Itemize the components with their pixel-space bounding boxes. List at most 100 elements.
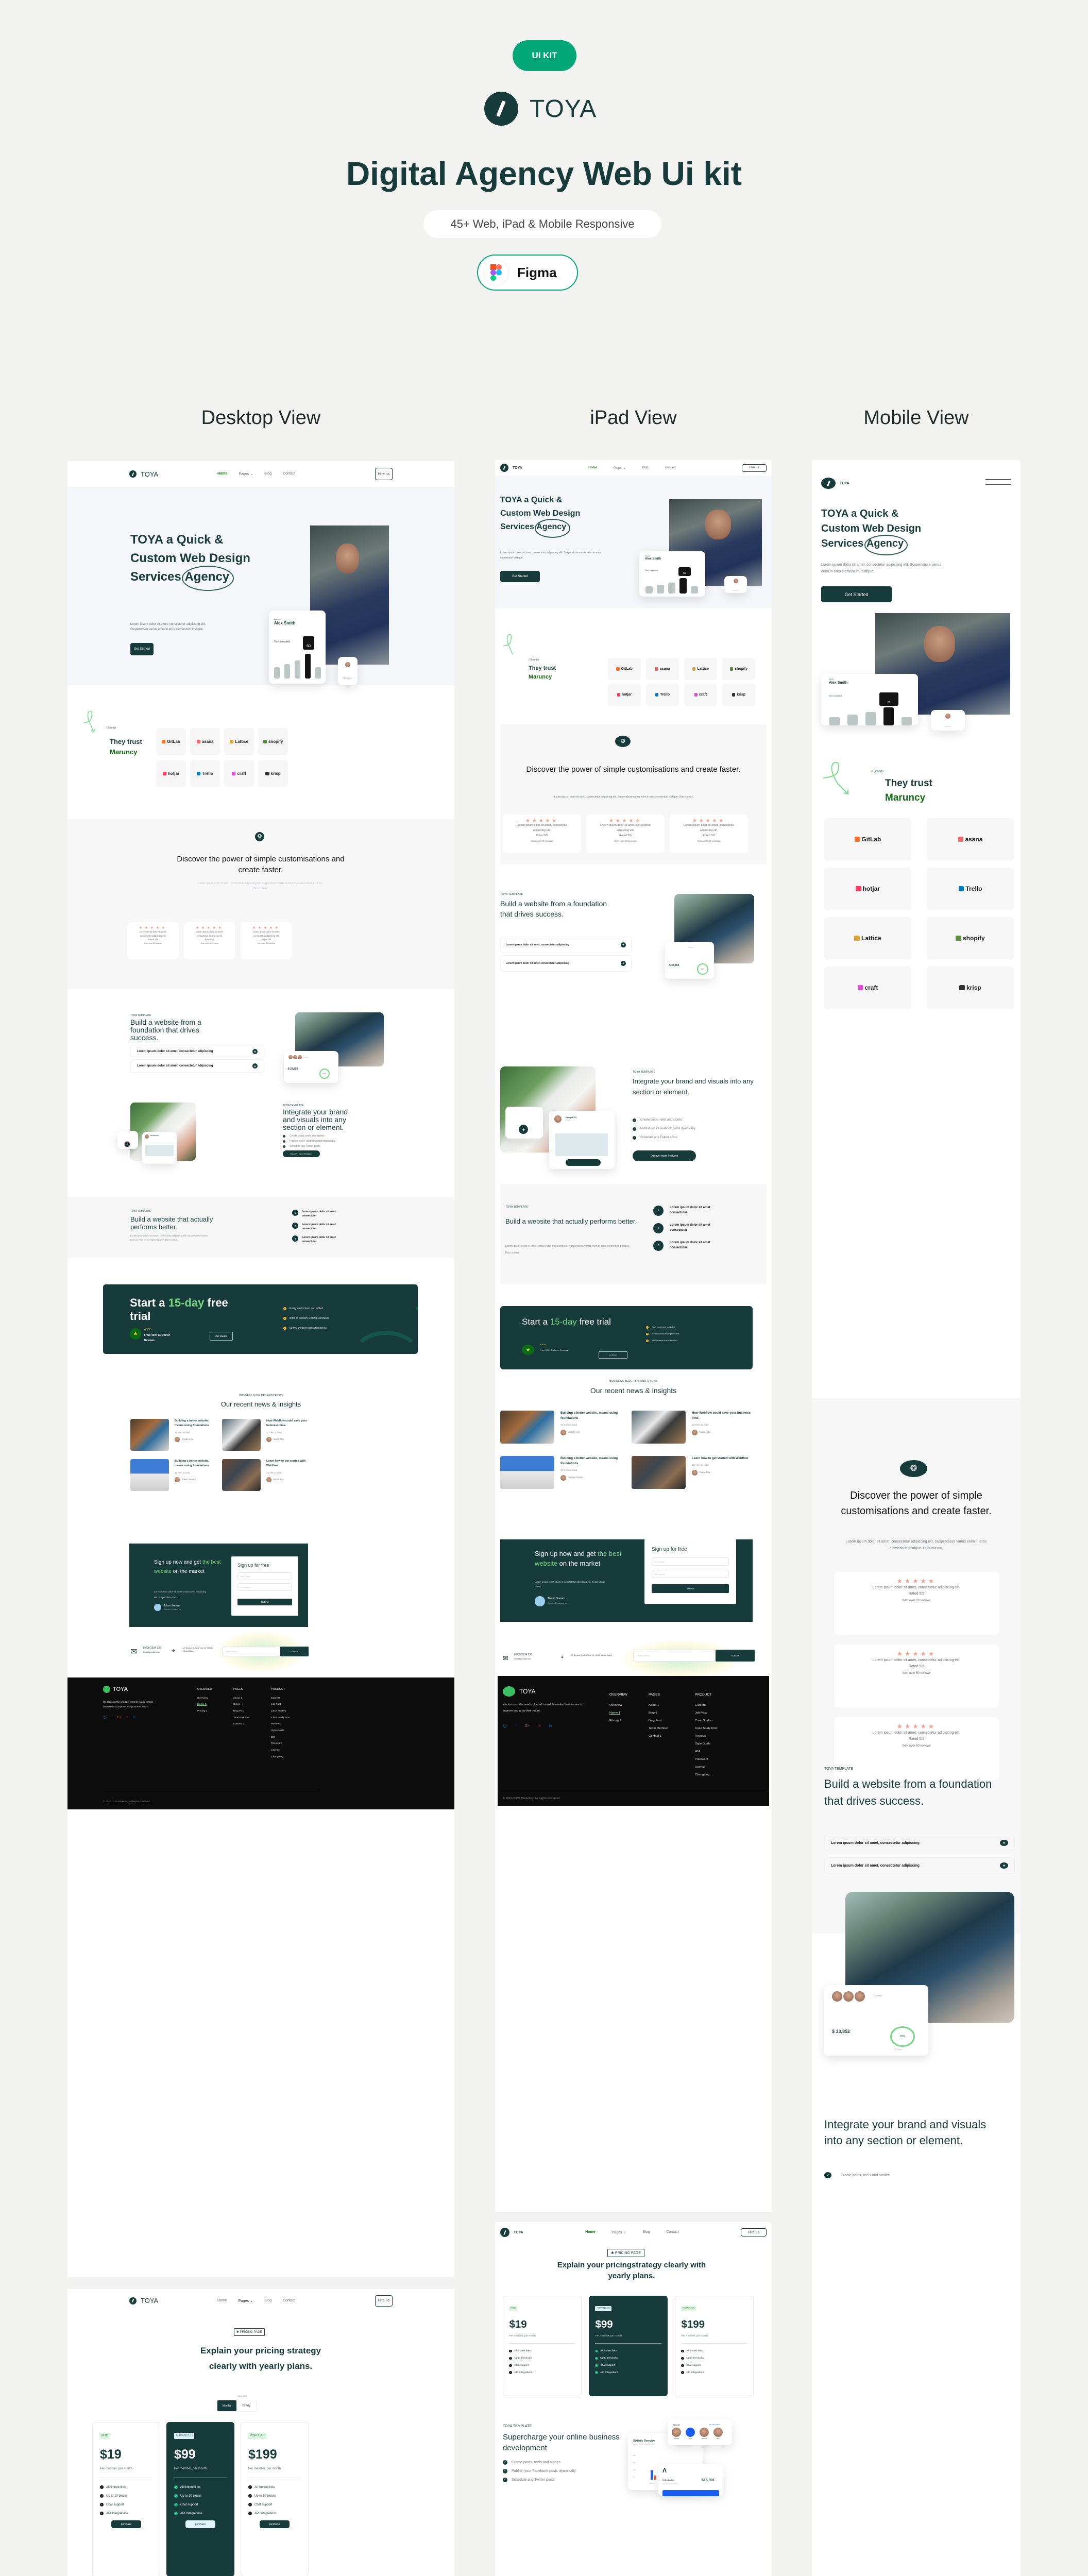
footer-link[interactable]: Blog Post: [649, 1717, 695, 1725]
footer-link[interactable]: Reviews: [271, 1721, 312, 1728]
pinterest-icon[interactable]: ℗: [538, 1724, 540, 1728]
blog-post[interactable]: Building a better website, means using f…: [500, 1456, 621, 1489]
plus-icon[interactable]: +: [621, 942, 626, 947]
submit-button[interactable]: Submit: [652, 1584, 729, 1593]
blog-thumbnail[interactable]: [500, 1456, 554, 1489]
footer-link[interactable]: Job Post: [271, 1702, 312, 1708]
footer-link[interactable]: Overview: [197, 1696, 233, 1702]
get-started-button[interactable]: Get Started: [500, 571, 540, 582]
nav-pages[interactable]: Pages ⌄: [239, 472, 253, 476]
footer-link[interactable]: Style Guide: [271, 1728, 312, 1735]
accordion-item[interactable]: Lorem ipsum dolor sit amet, consectetur …: [824, 1835, 1015, 1851]
blog-post-title[interactable]: Learn how to get started with Webflow: [266, 1459, 309, 1469]
see-all-contacts-link[interactable]: See all contacts: [709, 2424, 720, 2426]
footer-link[interactable]: Careers: [271, 1696, 312, 1702]
newsletter-submit-button[interactable]: SUBMIT: [716, 1650, 755, 1662]
toggle-monthly[interactable]: Monthly: [217, 2400, 236, 2411]
blog-post-title[interactable]: Learn how to get started with Webflow: [692, 1456, 749, 1461]
contact-item[interactable]: Dianna: [672, 2428, 681, 2439]
hire-us-button[interactable]: Hire us: [742, 464, 767, 472]
footer-link[interactable]: Case Study Post: [271, 1715, 312, 1722]
name-input[interactable]: Your Name: [237, 1583, 292, 1591]
footer-link[interactable]: Team Member: [649, 1725, 695, 1733]
footer-link[interactable]: Home 1: [197, 1702, 233, 1708]
newsletter-submit-button[interactable]: SUBMIT: [280, 1647, 309, 1656]
footer-link[interactable]: Reviews: [695, 1733, 746, 1740]
accordion-item[interactable]: Lorem ipsum dolor sit amet, consectetur …: [500, 955, 632, 972]
contact-item[interactable]: Ben: [713, 2428, 723, 2439]
blog-post-title[interactable]: How Webflow could save your business tim…: [266, 1419, 309, 1429]
contact-item[interactable]: Theresa: [700, 2428, 709, 2439]
nav-pages[interactable]: Pages ⌄: [612, 2230, 626, 2234]
nav-home[interactable]: Home: [217, 472, 227, 476]
plus-icon[interactable]: +: [519, 1125, 528, 1134]
footer-link[interactable]: Contact 1: [233, 1721, 271, 1728]
newsletter-email-input[interactable]: Email Address: [222, 1647, 280, 1656]
purchase-button[interactable]: purchase: [111, 2520, 141, 2528]
blog-post-title[interactable]: Building a better website, means using f…: [560, 1411, 621, 1421]
footer-link[interactable]: Blog Post: [233, 1708, 271, 1715]
footer-link[interactable]: Licence: [695, 1764, 746, 1771]
footer-link[interactable]: Case Studies: [695, 1717, 746, 1725]
footer-link[interactable]: Overview: [609, 1702, 649, 1709]
hire-us-button[interactable]: Hire us: [740, 2228, 767, 2236]
footer-link[interactable]: Careers: [695, 1702, 746, 1709]
linkedin-icon[interactable]: in: [133, 1716, 135, 1720]
blog-thumbnail[interactable]: [130, 1459, 169, 1491]
nav-contact[interactable]: Contact: [283, 2299, 295, 2303]
footer-logo[interactable]: TOYA: [503, 1686, 536, 1697]
discover-features-button[interactable]: Discover more Features: [283, 1150, 320, 1157]
nav-contact[interactable]: Contact: [666, 2230, 678, 2234]
blog-post[interactable]: How Webflow could save your business tim…: [222, 1419, 309, 1451]
footer-link[interactable]: Home 1: [609, 1709, 649, 1717]
plus-icon[interactable]: +: [252, 1049, 258, 1054]
figma-button[interactable]: Figma: [477, 255, 578, 291]
trial-get-started-button[interactable]: Get Started: [210, 1332, 233, 1341]
blog-post[interactable]: Building a better website, means using f…: [500, 1411, 621, 1444]
accordion-item[interactable]: Lorem ipsum dolor sit amet, consectetur …: [824, 1857, 1015, 1874]
hire-us-button[interactable]: Hire us: [375, 468, 393, 480]
accordion-item[interactable]: Lorem ipsum dolor sit amet, consectetur …: [130, 1045, 264, 1058]
footer-link[interactable]: Changelog: [695, 1771, 746, 1779]
footer-link[interactable]: Case Study Post: [695, 1725, 746, 1733]
blog-post-title[interactable]: Building a better website, means using f…: [175, 1419, 217, 1429]
nav-home[interactable]: Home: [588, 466, 597, 470]
footer-link[interactable]: About 1: [233, 1696, 271, 1702]
blog-post-title[interactable]: Building a better website, means using f…: [175, 1459, 217, 1469]
blog-post[interactable]: Building a better website, means using f…: [130, 1419, 217, 1451]
blog-post-title[interactable]: Building a better website, means using f…: [560, 1456, 621, 1466]
get-started-button[interactable]: Get Started: [130, 643, 154, 655]
footer-link[interactable]: Changelog: [271, 1754, 312, 1761]
newsletter-email-input[interactable]: Email Address: [633, 1650, 716, 1662]
blog-post[interactable]: Learn how to get started with Webflow 12 …: [222, 1459, 309, 1491]
email-input[interactable]: Your email: [652, 1557, 729, 1566]
purchase-button[interactable]: purchase: [260, 2520, 290, 2528]
google-plus-icon[interactable]: G+: [117, 1716, 121, 1720]
toggle-yearly[interactable]: Yearly: [236, 2400, 256, 2411]
footer-link[interactable]: 404: [695, 1748, 746, 1756]
nav-blog[interactable]: Blog: [264, 2299, 271, 2303]
plus-icon[interactable]: +: [1000, 1840, 1008, 1846]
hire-us-button[interactable]: Hire us: [375, 2295, 393, 2307]
get-started-button[interactable]: Get Started: [821, 586, 892, 602]
blog-thumbnail[interactable]: [632, 1411, 686, 1444]
nav-pages[interactable]: Pages ⌄: [239, 2299, 253, 2303]
discover-features-button[interactable]: Discover more Features: [633, 1150, 696, 1161]
nav-blog[interactable]: Blog: [642, 2230, 650, 2234]
plus-icon[interactable]: +: [1000, 1862, 1008, 1869]
purchase-button[interactable]: purchase: [185, 2520, 215, 2528]
nav-home[interactable]: Home: [217, 2299, 227, 2303]
accordion-item[interactable]: Lorem ipsum dolor sit amet, consectetur …: [130, 1059, 264, 1073]
nav-pages[interactable]: Pages ⌄: [614, 466, 626, 470]
footer-link[interactable]: About 1: [649, 1702, 695, 1709]
footer-link[interactable]: Team Member: [233, 1715, 271, 1722]
blog-post[interactable]: Building a better website, means using f…: [130, 1459, 217, 1491]
hamburger-menu-icon[interactable]: [985, 479, 1011, 485]
submit-button[interactable]: Submit: [237, 1599, 292, 1605]
name-input[interactable]: Your Name: [652, 1570, 729, 1578]
twitter-icon[interactable]: 🐦︎: [103, 1716, 107, 1720]
contact-item[interactable]: Cody: [686, 2428, 695, 2439]
twitter-icon[interactable]: 🐦︎: [503, 1724, 507, 1728]
google-plus-icon[interactable]: G+: [525, 1724, 530, 1728]
footer-link[interactable]: Blog 1: [233, 1702, 271, 1708]
